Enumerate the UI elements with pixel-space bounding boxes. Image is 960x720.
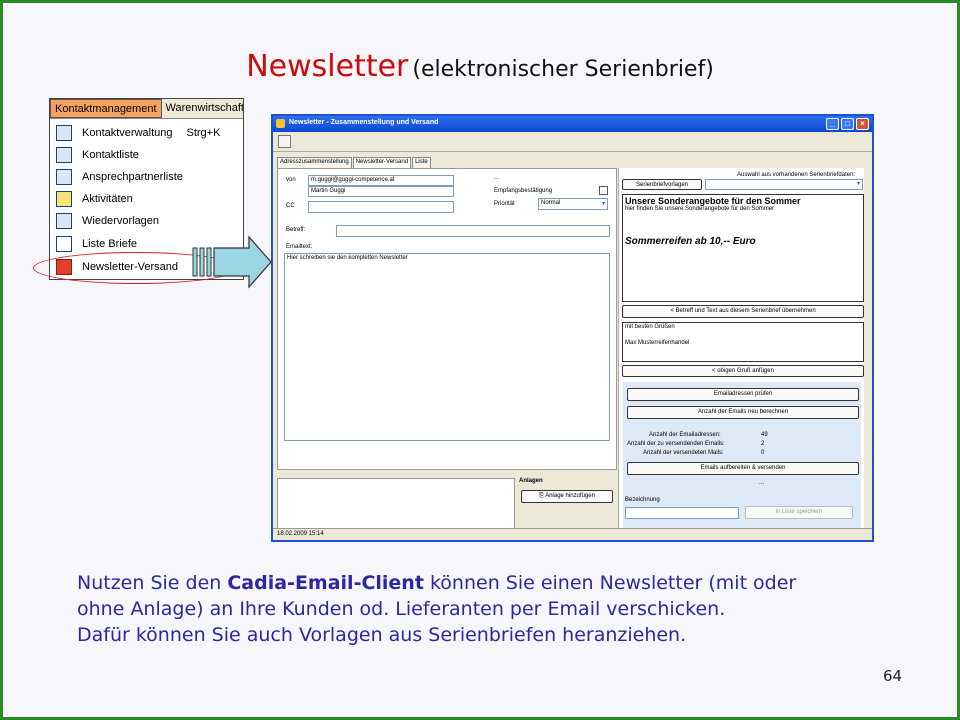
emails-versenden-button[interactable]: Emails aufbereiten & versenden (627, 462, 859, 475)
emailtext-label: Emailtext: (286, 244, 313, 250)
stat-value: 0 (761, 450, 765, 456)
cc-field[interactable] (308, 201, 454, 213)
serienbrief-preview: Unsere Sonderangebote für den Sommer hie… (622, 194, 864, 302)
anlagen-label: Anlagen (519, 478, 543, 484)
emailadressen-pruefen-button[interactable]: Emailadressen prüfen (627, 388, 859, 401)
window-toolbar (273, 132, 872, 152)
von-dots: ... (494, 175, 500, 181)
status-timestamp: 18.02.2009 15:14 (277, 531, 324, 537)
menu-item-aktivitaeten[interactable]: Aktivitäten (50, 188, 240, 210)
emailtext-area[interactable]: Hier schreiben sie den kompletten Newsle… (284, 253, 610, 441)
bezeichnung-field[interactable] (625, 507, 739, 519)
arrow-right-icon (192, 235, 272, 289)
contact-card-icon (56, 125, 72, 141)
menu-item-label: Liste Briefe (82, 238, 138, 250)
gruss-anfuegen-button[interactable]: < obigen Gruß anfügen (622, 365, 864, 377)
stat-label: Anzahl der Emailadressen: (649, 432, 721, 438)
status-bar: 18.02.2009 15:14 (273, 528, 872, 540)
gruss-box: mit besten Grüßen Max Musterreifenhandel (622, 322, 864, 362)
menu-item-kontaktliste[interactable]: Kontaktliste (50, 144, 240, 166)
uebernehmen-button[interactable]: < Betreff und Text aus diesem Serienbrie… (622, 305, 864, 318)
slide-title: Newsletter (elektronischer Serienbrief) (3, 49, 957, 84)
page-number: 64 (883, 667, 903, 685)
anlage-hinzufuegen-button[interactable]: ⎘ Anlage hinzufügen (521, 490, 613, 503)
chevron-down-icon: ▾ (601, 201, 605, 207)
menu-item-label: Aktivitäten (82, 193, 133, 205)
minimize-icon[interactable]: _ (826, 118, 839, 130)
chevron-down-icon: ▾ (856, 181, 860, 187)
app-icon (276, 119, 285, 128)
gruss-line-2: Max Musterreifenhandel (625, 340, 690, 346)
body-line-1b: können Sie einen Newsletter (mit oder (429, 572, 797, 594)
document-icon (56, 236, 72, 252)
maximize-icon[interactable]: □ (841, 118, 854, 130)
betreff-label: Betreff: (286, 227, 306, 233)
menu-item-wiedervorlagen[interactable]: Wiedervorlagen (50, 210, 240, 232)
versand-box: Emailadressen prüfen Anzahl der Emails n… (623, 382, 861, 530)
empfang-label: Empfangsbestätigung (494, 188, 553, 194)
versand-dots: ... (759, 480, 765, 486)
window-tabs: Adresszusammenstellung Newsletter-Versan… (277, 157, 432, 168)
table-icon (56, 147, 72, 163)
serienbrief-select[interactable]: ▾ (705, 179, 863, 190)
brief-highlight: Sommerreifen ab 10,-- Euro (625, 236, 756, 247)
brief-line: hier finden Sie unsere Sonderangebote fü… (625, 206, 775, 212)
close-icon[interactable]: × (856, 118, 869, 130)
menu-bar: Kontaktmanagement Warenwirtschaft (50, 99, 243, 119)
auswahl-label: Auswahl aus vorhandenen Serienbriefdaten… (737, 172, 856, 178)
betreff-field[interactable] (336, 225, 610, 237)
slide: Newsletter (elektronischer Serienbrief) K… (0, 0, 960, 720)
brief-title: Unsere Sonderangebote für den Sommer (625, 196, 801, 206)
tab-adresszusammenstellung[interactable]: Adresszusammenstellung (277, 157, 352, 168)
body-line-2: ohne Anlage) an Ihre Kunden od. Lieferan… (77, 598, 726, 620)
von-email-field[interactable]: m.guggi@guggi-competence.at (308, 175, 454, 186)
calendar-icon (56, 213, 72, 229)
prioritaet-label: Priorität (494, 201, 515, 207)
tab-liste[interactable]: Liste (412, 157, 431, 168)
empfang-checkbox[interactable] (599, 186, 608, 195)
bezeichnung-label: Bezeichnung (625, 497, 660, 503)
prioritaet-select[interactable]: Normal ▾ (538, 198, 608, 210)
menu-item-shortcut: Strg+K (186, 127, 221, 139)
anlage-button-label: Anlage hinzufügen (545, 493, 595, 499)
toolbar-edit-icon[interactable] (278, 135, 291, 148)
anlagen-list[interactable] (277, 478, 515, 530)
von-name-field[interactable]: Martin Guggi (308, 186, 454, 197)
menu-item-ansprechpartnerliste[interactable]: Ansprechpartnerliste (50, 166, 240, 188)
form-panel: von m.guggi@guggi-competence.at Martin G… (277, 168, 617, 470)
in-liste-speichern-button[interactable]: in Liste speichern (745, 506, 853, 519)
newsletter-window: Newsletter - Zusammenstellung und Versan… (271, 114, 874, 542)
stat-value: 2 (761, 441, 765, 447)
menu-item-kontaktverwaltung[interactable]: Kontaktverwaltung Strg+K (50, 122, 240, 144)
stat-label: Anzahl der zu versendenden Emails: (627, 441, 725, 447)
stat-value: 49 (761, 432, 768, 438)
menu-tab-kontaktmanagement[interactable]: Kontaktmanagement (50, 99, 162, 118)
body-text: Nutzen Sie den Cadia-Email-Client können… (77, 570, 917, 648)
body-line-1-bold: Cadia-Email-Client (227, 572, 424, 594)
menu-item-label: Ansprechpartnerliste (82, 171, 183, 183)
menu-item-label: Kontaktverwaltung (82, 127, 173, 139)
menu-item-label: Wiedervorlagen (82, 215, 160, 227)
von-label: von (286, 177, 296, 183)
gruss-line-1: mit besten Grüßen (625, 324, 675, 330)
slide-title-sub: (elektronischer Serienbrief) (412, 57, 714, 82)
slide-title-main: Newsletter (246, 49, 409, 84)
menu-tab-warenwirtschaft[interactable]: Warenwirtschaft (162, 99, 243, 118)
right-panel: Serienbriefvorlagen Auswahl aus vorhande… (618, 168, 864, 532)
window-titlebar: Newsletter - Zusammenstellung und Versan… (273, 116, 872, 132)
serienbriefvorlagen-button[interactable]: Serienbriefvorlagen (622, 179, 702, 190)
body-line-1a: Nutzen Sie den (77, 572, 222, 594)
list-icon (56, 169, 72, 185)
body-line-1: Nutzen Sie den Cadia-Email-Client können… (77, 570, 917, 596)
note-icon (56, 191, 72, 207)
menu-item-label: Kontaktliste (82, 149, 139, 161)
tab-newsletter-versand[interactable]: Newsletter-Versand (352, 157, 412, 168)
body-line-3: Dafür können Sie auch Vorlagen aus Serie… (77, 624, 687, 646)
window-title: Newsletter - Zusammenstellung und Versan… (289, 119, 439, 126)
prioritaet-value: Normal (541, 200, 561, 206)
stat-label: Anzahl der versendeten Mails: (643, 450, 724, 456)
cc-label: CC (286, 203, 295, 209)
anzahl-berechnen-button[interactable]: Anzahl der Emails neu berechnen (627, 406, 859, 419)
